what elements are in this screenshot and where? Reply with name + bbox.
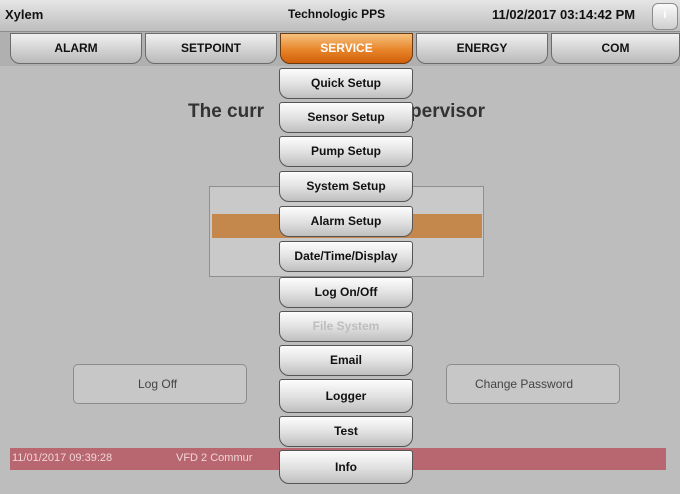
menu-item-label: System Setup: [306, 179, 386, 193]
alarm-timestamp: 11/01/2017 09:39:28: [12, 452, 113, 464]
menu-item-quick-setup[interactable]: Quick Setup: [279, 68, 413, 99]
product-name: Technologic PPS: [288, 7, 386, 21]
menu-item-log-on-off[interactable]: Log On/Off: [279, 277, 413, 308]
menu-item-email[interactable]: Email: [279, 345, 413, 376]
tab-label: COM: [601, 41, 630, 55]
menu-item-test[interactable]: Test: [279, 416, 413, 447]
log-off-label: Log Off: [138, 377, 178, 391]
title-bar: Xylem Technologic PPS 11/02/2017 03:14:4…: [0, 0, 680, 32]
info-button[interactable]: i: [652, 3, 678, 30]
menu-item-system-setup[interactable]: System Setup: [279, 171, 413, 202]
menu-item-label: Email: [329, 353, 362, 367]
tab-service[interactable]: SERVICE: [280, 33, 413, 64]
change-password-button[interactable]: Change Password: [446, 364, 620, 404]
tab-label: SETPOINT: [180, 41, 241, 55]
menu-item-label: File System: [312, 319, 380, 333]
datetime-readout: 11/02/2017 03:14:42 PM: [492, 7, 636, 22]
menu-item-alarm-setup[interactable]: Alarm Setup: [279, 206, 413, 237]
menu-item-label: Test: [334, 424, 358, 438]
tab-com[interactable]: COM: [551, 33, 680, 64]
tab-alarm[interactable]: ALARM: [10, 33, 142, 64]
menu-item-logger[interactable]: Logger: [279, 379, 413, 413]
menu-item-label: Date/Time/Display: [294, 249, 398, 263]
tab-label: ALARM: [54, 41, 98, 55]
main-tab-bar: ALARM SETPOINT SERVICE ENERGY COM: [0, 32, 680, 66]
menu-item-label: Logger: [325, 389, 367, 403]
log-off-button[interactable]: Log Off: [73, 364, 247, 404]
menu-item-label: Alarm Setup: [310, 214, 382, 228]
menu-item-sensor-setup[interactable]: Sensor Setup: [279, 102, 413, 133]
tab-energy[interactable]: ENERGY: [416, 33, 548, 64]
current-user-text-right: pervisor: [410, 101, 486, 122]
tab-label: ENERGY: [456, 41, 508, 55]
menu-item-label: Quick Setup: [310, 76, 381, 90]
current-user-text-left: The curr: [188, 101, 265, 122]
tab-setpoint[interactable]: SETPOINT: [145, 33, 277, 64]
info-icon: i: [663, 9, 667, 21]
tab-label: SERVICE: [320, 41, 373, 55]
menu-item-info[interactable]: Info: [279, 450, 413, 484]
change-password-label: Change Password: [475, 377, 574, 391]
menu-item-label: Info: [335, 460, 357, 474]
menu-item-label: Sensor Setup: [307, 110, 385, 124]
menu-item-pump-setup[interactable]: Pump Setup: [279, 136, 413, 167]
menu-item-file-system: File System: [279, 311, 413, 342]
menu-item-label: Log On/Off: [314, 285, 378, 299]
menu-item-date-time-display[interactable]: Date/Time/Display: [279, 241, 413, 272]
alarm-message: VFD 2 Commur: [176, 452, 253, 464]
menu-item-label: Pump Setup: [310, 144, 381, 158]
app-name: Xylem: [5, 7, 44, 22]
